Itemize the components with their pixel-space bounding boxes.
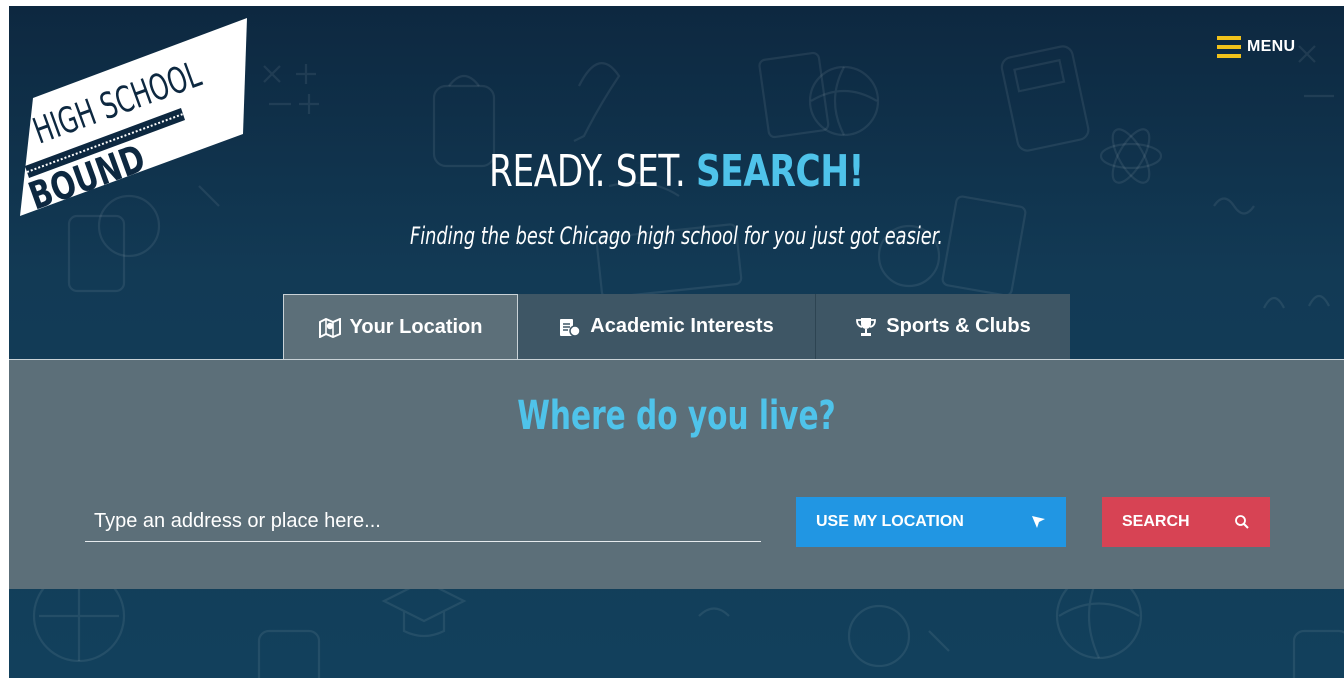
search-panel: Where do you live? USE MY LOCATION SEARC… <box>9 359 1344 589</box>
location-arrow-icon <box>1032 516 1045 528</box>
use-my-location-label: USE MY LOCATION <box>816 513 964 530</box>
tab-label: Sports & Clubs <box>886 315 1031 337</box>
academic-icon <box>560 318 582 337</box>
search-tabs: Your Location Academic Interests Sports … <box>283 294 1070 360</box>
search-button[interactable]: SEARCH <box>1102 497 1270 547</box>
search-button-label: SEARCH <box>1122 513 1190 530</box>
menu-label: MENU <box>1247 38 1296 55</box>
use-my-location-button[interactable]: USE MY LOCATION <box>796 497 1066 547</box>
tab-sports-clubs[interactable]: Sports & Clubs <box>816 294 1070 359</box>
search-question: Where do you live? <box>517 393 836 439</box>
trophy-icon <box>856 317 877 336</box>
address-input[interactable] <box>85 502 761 542</box>
tab-your-location[interactable]: Your Location <box>283 294 518 360</box>
panel-divider <box>9 359 1344 360</box>
tab-academic-interests[interactable]: Academic Interests <box>518 294 816 359</box>
hero-subtitle: Finding the best Chicago high school for… <box>409 222 944 250</box>
hamburger-icon <box>1217 36 1241 58</box>
tab-label: Your Location <box>349 316 483 338</box>
hero-title-plain: READY. SET. <box>489 146 696 197</box>
hero-title-accent: SEARCH! <box>695 146 864 197</box>
hero-title: READY. SET. SEARCH! <box>156 146 1197 197</box>
page-frame: HIGH SCHOOL BOUND MENU READY. SET. SEARC… <box>9 6 1344 678</box>
high-school-bound-logo[interactable]: HIGH SCHOOL BOUND <box>9 16 269 236</box>
menu-button[interactable]: MENU <box>1217 32 1295 62</box>
map-icon <box>318 317 341 338</box>
tab-label: Academic Interests <box>590 315 774 337</box>
search-icon <box>1235 515 1249 529</box>
